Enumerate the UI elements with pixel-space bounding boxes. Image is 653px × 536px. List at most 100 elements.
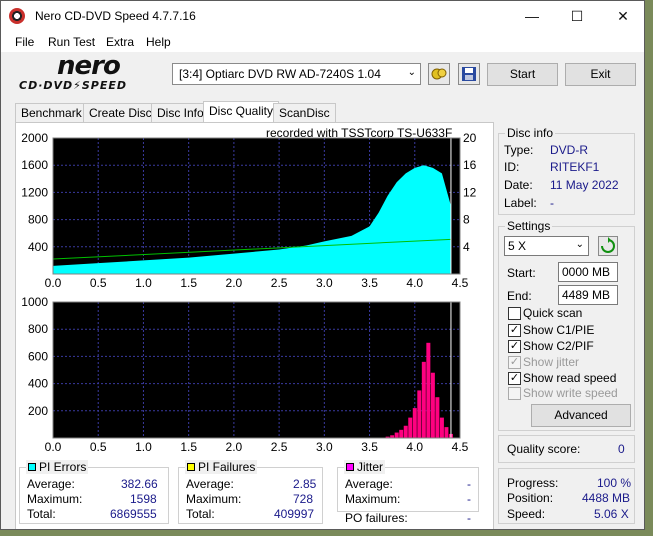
y-tick-label: 200 (28, 404, 48, 418)
x-tick-label: 4.0 (406, 276, 423, 290)
pi-errors-max-label: Maximum: (27, 492, 83, 506)
tab-scandisc[interactable]: ScanDisc (273, 103, 336, 123)
tab-benchmark[interactable]: Benchmark (15, 103, 88, 123)
show-jitter-checkbox[interactable]: ✓ (508, 356, 521, 369)
y-tick-label: 1000 (21, 295, 48, 309)
pi-failures-total-label: Total: (186, 507, 215, 521)
pi-failures-avg: 2.85 (293, 477, 317, 491)
type-label: Type: (504, 143, 534, 157)
po-failures-value: - (467, 511, 471, 525)
pi-failures-title: PI Failures (185, 460, 258, 474)
x-tick-label: 0.5 (90, 276, 107, 290)
y2-tick-label: 16 (463, 158, 477, 172)
x-tick-label: 1.0 (135, 440, 152, 454)
y-tick-label: 800 (28, 322, 48, 336)
toolbar: nero CD·DVD⚡SPEED [3:4] Optiarc DVD RW A… (1, 51, 644, 96)
maximize-button[interactable]: ☐ (554, 1, 600, 32)
app-icon (9, 8, 25, 24)
jitter-avg-label: Average: (345, 477, 393, 491)
x-tick-label: 0.5 (90, 440, 107, 454)
y-tick-label: 1600 (21, 158, 48, 172)
y2-tick-label: 8 (463, 213, 470, 227)
show-write-speed-label: Show write speed (523, 386, 618, 400)
x-tick-label: 3.5 (361, 276, 378, 290)
y2-tick-label: 12 (463, 185, 477, 199)
x-tick-label: 1.0 (135, 276, 152, 290)
nero-logo: nero CD·DVD⚡SPEED (19, 51, 128, 92)
eject-settings-icon[interactable] (428, 63, 450, 85)
x-tick-label: 4.0 (406, 440, 423, 454)
menu-bar: File Run Test Extra Help (1, 32, 644, 52)
advanced-button[interactable]: Advanced (531, 404, 631, 427)
x-tick-label: 4.5 (452, 276, 469, 290)
pi-failure-bar (412, 408, 417, 438)
end-field[interactable]: 4489 MB (558, 285, 618, 305)
refresh-icon[interactable] (598, 236, 618, 256)
quality-score-value: 0 (618, 442, 625, 456)
speed-value: 5.06 X (594, 507, 629, 521)
window-title: Nero CD-DVD Speed 4.7.7.16 (35, 9, 196, 23)
y-tick-label: 2000 (21, 131, 48, 145)
start-field[interactable]: 0000 MB (558, 262, 618, 282)
disc-info-title: Disc info (505, 126, 556, 140)
x-tick-label: 0.0 (45, 440, 62, 454)
minimize-button[interactable]: — (509, 1, 555, 32)
start-label: Start: (507, 266, 536, 280)
show-write-speed-checkbox[interactable] (508, 387, 521, 400)
plot-background (53, 302, 460, 438)
show-c1-label: Show C1/PIE (523, 323, 595, 337)
show-read-speed-checkbox[interactable]: ✓ (508, 372, 521, 385)
pi-failure-bar (417, 390, 422, 438)
pi-errors-avg-label: Average: (27, 477, 75, 491)
menu-help[interactable]: Help (146, 35, 171, 49)
y-tick-label: 600 (28, 349, 48, 363)
tab-disc-info[interactable]: Disc Info (151, 103, 210, 123)
start-button[interactable]: Start (487, 63, 558, 86)
pi-failure-bar (408, 417, 413, 438)
date-value: 11 May 2022 (550, 178, 619, 192)
pi-errors-total: 6869555 (110, 507, 157, 521)
menu-extra[interactable]: Extra (106, 35, 134, 49)
end-label: End: (507, 289, 532, 303)
pi-errors-color-icon (28, 463, 36, 471)
y-tick-label: 1200 (21, 185, 48, 199)
tab-disc-quality[interactable]: Disc Quality (203, 101, 280, 124)
pi-failure-bar (444, 427, 449, 438)
pi-errors-total-label: Total: (27, 507, 56, 521)
date-label: Date: (504, 178, 533, 192)
label-label: Label: (504, 196, 537, 210)
quick-scan-checkbox[interactable] (508, 307, 521, 320)
speed-label: Speed: (507, 507, 546, 521)
pi-failure-bar (430, 372, 435, 438)
po-failures-label: PO failures: (345, 511, 408, 525)
exit-button[interactable]: Exit (565, 63, 636, 86)
show-c1-checkbox[interactable]: ✓ (508, 324, 521, 337)
main-window: Nero CD-DVD Speed 4.7.7.16 — ☐ ✕ File Ru… (0, 0, 645, 530)
speed-select[interactable]: 5 X ⌄ (504, 236, 589, 256)
close-button[interactable]: ✕ (600, 1, 644, 32)
pi-failures-total: 409997 (274, 507, 315, 521)
settings-title: Settings (505, 219, 553, 233)
show-c2-label: Show C2/PIF (523, 339, 594, 353)
menu-file[interactable]: File (15, 35, 34, 49)
y-tick-label: 400 (28, 377, 48, 391)
x-tick-label: 3.0 (316, 440, 333, 454)
show-c2-checkbox[interactable]: ✓ (508, 340, 521, 353)
tab-create-disc[interactable]: Create Disc (83, 103, 158, 123)
id-value: RITEKF1 (550, 160, 600, 174)
y2-tick-label: 20 (463, 131, 477, 145)
charts: 0.0 0.5 1.0 1.5 2.0 2.5 3.0 3.5 4.0 4.5 2000 1600 12… (21, 131, 477, 454)
x-tick-label: 2.5 (271, 276, 288, 290)
menu-run-test[interactable]: Run Test (48, 35, 95, 49)
pi-failure-bar (399, 429, 404, 438)
pi-failure-bar (394, 432, 399, 438)
jitter-max: - (467, 492, 471, 506)
pi-failures-max: 728 (293, 492, 314, 506)
x-tick-label: 4.5 (452, 440, 469, 454)
position-value: 4488 MB (582, 491, 631, 505)
pi-errors-title: PI Errors (26, 460, 89, 474)
drive-select[interactable]: [3:4] Optiarc DVD RW AD-7240S 1.04 ⌄ (172, 63, 421, 85)
chevron-down-icon: ⌄ (407, 67, 416, 78)
jitter-max-label: Maximum: (345, 492, 401, 506)
save-icon[interactable] (458, 63, 480, 85)
